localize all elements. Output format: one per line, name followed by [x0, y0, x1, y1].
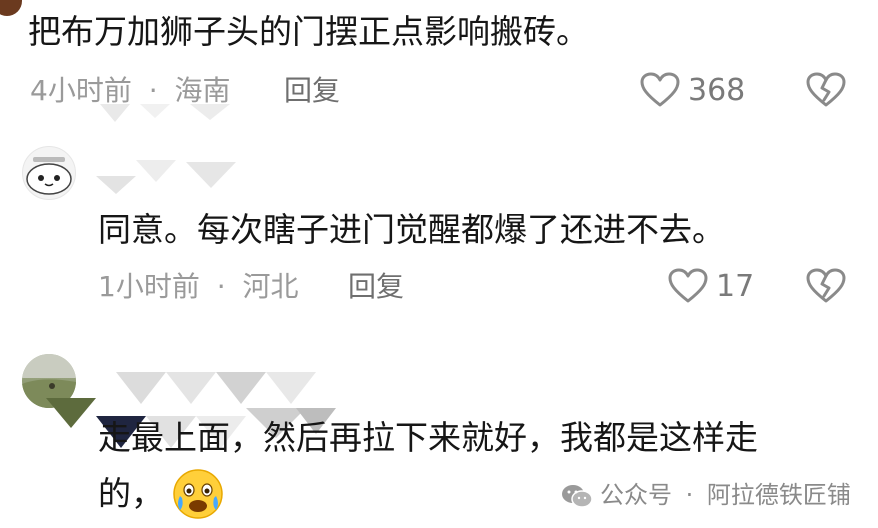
reply-button[interactable]: 回复 [284, 74, 340, 108]
watermark-separator: · [685, 481, 694, 509]
comment-text-line-2: 的， [98, 474, 164, 513]
redaction-mosaic [100, 104, 240, 128]
wechat-logo-icon [560, 482, 594, 510]
comment-time: 1小时前 [98, 270, 200, 303]
like-count: 17 [716, 269, 755, 304]
comment-location: 海南 [174, 74, 231, 107]
comment-text: 把布万加狮子头的门摆正点影响搬砖。 [28, 12, 589, 51]
watermark-platform: 公众号 [600, 481, 672, 509]
heart-outline-icon[interactable] [640, 72, 680, 108]
comment-meta: 4小时前 · 海南 [30, 74, 231, 108]
reply-button[interactable]: 回复 [348, 270, 404, 304]
meta-separator: · [148, 74, 158, 107]
crying-laughing-emoji-icon [170, 466, 226, 522]
like-count: 368 [688, 73, 746, 108]
comment-location: 河北 [242, 270, 299, 303]
redaction-mosaic [96, 154, 256, 198]
broken-heart-icon[interactable] [806, 72, 846, 108]
comment-2: 同意。每次瞎子进门觉醒都爆了还进不去。 1小时前 · 河北 回复 17 [0, 140, 878, 320]
heart-outline-icon[interactable] [668, 268, 708, 304]
cartoon-face-icon [26, 157, 72, 195]
avatar[interactable] [22, 146, 76, 200]
broken-heart-icon[interactable] [806, 268, 846, 304]
comment-text-line-1: 走最上面，然后再拉下来就好，我都是这样走 [98, 418, 758, 457]
comment-time: 4小时前 [30, 74, 132, 107]
watermark-text: 公众号 · 阿拉德铁匠铺 [600, 480, 851, 510]
comment-meta: 1小时前 · 河北 [98, 270, 299, 304]
watermark-account: 阿拉德铁匠铺 [706, 481, 851, 509]
avatar-partial [0, 0, 22, 16]
meta-separator: · [216, 270, 226, 303]
comment-text: 同意。每次瞎子进门觉醒都爆了还进不去。 [98, 210, 725, 249]
